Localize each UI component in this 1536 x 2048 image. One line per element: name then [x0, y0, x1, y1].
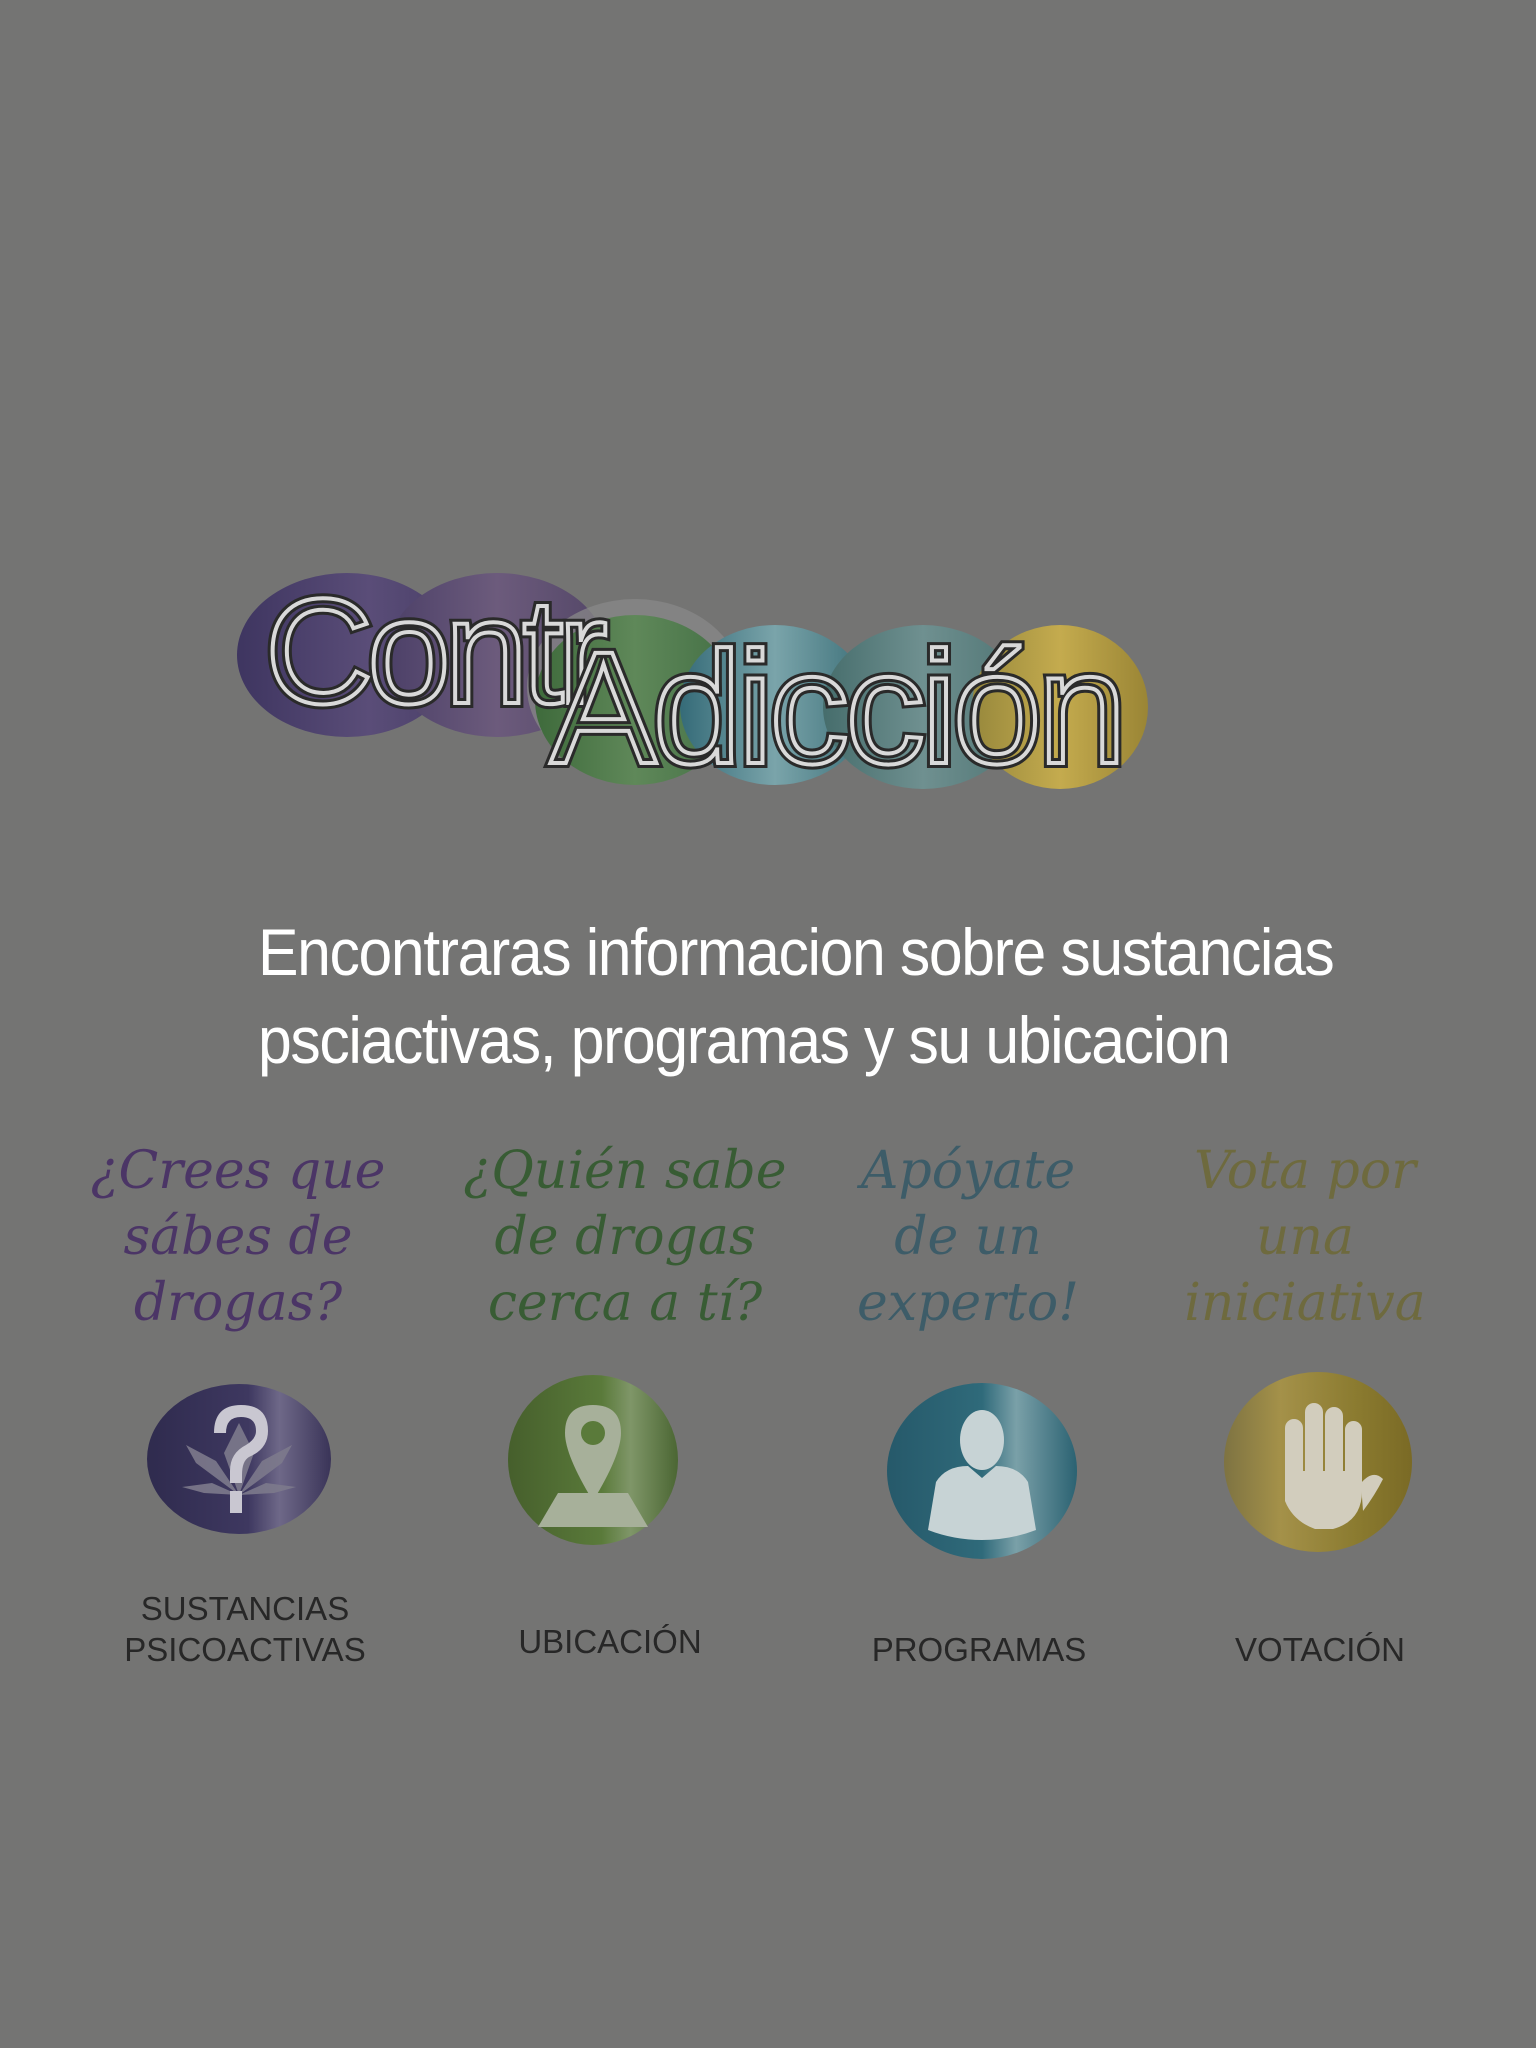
expert-person-icon	[887, 1383, 1077, 1559]
tagline-sustancias: ¿Crees que sábes de drogas?	[68, 1138, 408, 1336]
label-line: PROGRAMAS	[871, 1631, 1087, 1668]
ubicacion-button[interactable]	[508, 1375, 678, 1545]
tagline-line: Apóyate	[860, 1141, 1076, 1201]
tagline-votacion: Vota por una iniciativa	[1135, 1138, 1475, 1336]
tagline-ubicacion: ¿Quién sabe de drogas cerca a tí?	[455, 1138, 795, 1336]
programas-label[interactable]: PROGRAMAS	[819, 1629, 1139, 1670]
description-line-2: psciactivas, programas y su ubicacion	[258, 1003, 1231, 1077]
app-logo: Contr Contr Adicción Adicción	[235, 565, 1175, 805]
description-line-1: Encontraras informacion sobre sustancias	[258, 915, 1335, 989]
label-line: VOTACIÓN	[1235, 1631, 1405, 1668]
tagline-line: drogas?	[133, 1273, 343, 1333]
sustancias-button[interactable]	[146, 1383, 332, 1535]
sustancias-label[interactable]: SUSTANCIAS PSICOACTIVAS	[85, 1588, 405, 1670]
tagline-line: cerca a tí?	[487, 1273, 763, 1333]
ubicacion-label[interactable]: UBICACIÓN	[450, 1621, 770, 1662]
tagline-line: ¿Crees que	[90, 1141, 386, 1201]
tagline-line: experto!	[856, 1273, 1080, 1333]
tagline-line: sábes de	[123, 1207, 353, 1267]
logo-text-adiccion-inner: Adicción	[550, 618, 1123, 797]
tagline-line: de un	[894, 1207, 1042, 1267]
programas-button[interactable]	[886, 1382, 1078, 1560]
tagline-line: una	[1256, 1207, 1354, 1267]
tagline-line: iniciativa	[1184, 1273, 1426, 1333]
label-line: SUSTANCIAS	[140, 1590, 350, 1627]
label-line: PSICOACTIVAS	[124, 1631, 366, 1668]
tagline-programas: Apóyate de un experto!	[798, 1138, 1138, 1336]
raised-hand-icon	[1224, 1372, 1412, 1552]
label-line: UBICACIÓN	[518, 1623, 702, 1660]
votacion-button[interactable]	[1223, 1371, 1413, 1553]
tagline-line: ¿Quién sabe	[463, 1141, 787, 1201]
votacion-label[interactable]: VOTACIÓN	[1160, 1629, 1480, 1670]
tagline-line: Vota por	[1194, 1141, 1416, 1201]
question-leaf-icon	[147, 1384, 331, 1534]
tagline-line: de drogas	[494, 1207, 756, 1267]
intro-description: Encontraras informacion sobre sustancias…	[258, 908, 1362, 1084]
map-pin-icon	[508, 1375, 678, 1545]
